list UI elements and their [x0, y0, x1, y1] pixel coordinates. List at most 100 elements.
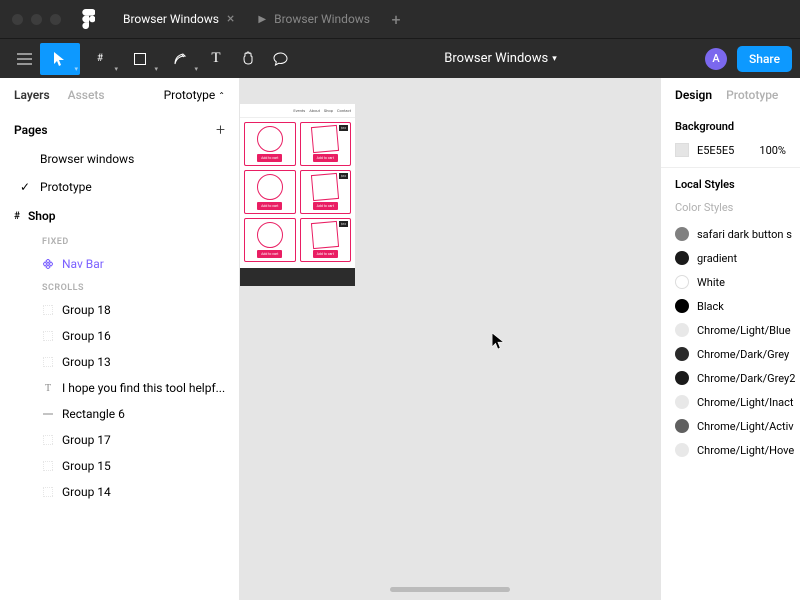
layer-section-scrolls: SCROLLS: [0, 277, 239, 297]
close-tab-icon[interactable]: ×: [227, 11, 234, 27]
chevron-down-icon: ▾: [194, 65, 198, 73]
chevron-down-icon: ▾: [154, 65, 158, 73]
move-tool[interactable]: ▾: [40, 43, 80, 75]
style-name: White: [697, 276, 725, 289]
layer-item[interactable]: Group 15: [0, 453, 239, 479]
canvas-frame[interactable]: Events About Shop Contact Add to cart $1…: [240, 104, 355, 286]
color-swatch: [675, 443, 689, 457]
traffic-lights[interactable]: [12, 14, 61, 25]
style-item[interactable]: White: [675, 270, 786, 294]
page-item[interactable]: Browser windows: [0, 145, 239, 173]
color-swatch: [675, 371, 689, 385]
product-card: Add to cart: [244, 170, 296, 214]
background-hex[interactable]: E5E5E5: [697, 144, 734, 157]
avatar[interactable]: A: [705, 48, 727, 70]
tab-inactive[interactable]: ▶ Browser Windows: [246, 0, 382, 38]
toolbar: ▾ # ▾ ▾ ▾ T Browser Windows ▾ A Share: [0, 38, 800, 78]
color-swatch: [675, 299, 689, 313]
group-icon: [42, 330, 54, 342]
chevron-down-icon: ▾: [552, 54, 557, 64]
layer-frame[interactable]: # Shop: [0, 201, 239, 231]
canvas[interactable]: Events About Shop Contact Add to cart $1…: [240, 78, 660, 600]
add-page-button[interactable]: +: [216, 120, 225, 139]
play-icon: ▶: [258, 14, 266, 25]
chevron-down-icon: ▾: [114, 65, 118, 73]
tab-label: Browser Windows: [123, 12, 219, 26]
style-item[interactable]: Black: [675, 294, 786, 318]
tab-active[interactable]: Browser Windows ×: [111, 0, 246, 38]
color-swatch: [675, 275, 689, 289]
color-swatch: [675, 227, 689, 241]
group-icon: [42, 460, 54, 472]
group-icon: [42, 486, 54, 498]
figma-logo-icon[interactable]: [81, 9, 95, 29]
text-icon: T: [42, 382, 54, 394]
shape-tool[interactable]: ▾: [120, 43, 160, 75]
group-icon: [42, 304, 54, 316]
layer-item[interactable]: Group 14: [0, 479, 239, 505]
component-icon: [42, 258, 54, 270]
frame-navbar: Events About Shop Contact: [240, 104, 355, 118]
page-item[interactable]: ✓ Prototype: [0, 173, 239, 201]
frame-tool[interactable]: # ▾: [80, 43, 120, 75]
style-name: Black: [697, 300, 724, 313]
hamburger-menu-icon[interactable]: [8, 43, 40, 75]
left-panel: Layers Assets Prototype ⌃ Pages + Browse…: [0, 78, 240, 600]
style-item[interactable]: gradient: [675, 246, 786, 270]
share-button[interactable]: Share: [737, 46, 792, 72]
new-tab-button[interactable]: +: [382, 10, 410, 29]
tab-design[interactable]: Design: [675, 88, 712, 102]
style-item[interactable]: Chrome/Dark/Grey: [675, 342, 786, 366]
color-swatch: [675, 419, 689, 433]
minimize-window-icon[interactable]: [31, 14, 42, 25]
layer-item[interactable]: Group 16: [0, 323, 239, 349]
style-item[interactable]: Chrome/Light/Inact: [675, 390, 786, 414]
color-swatch: [675, 323, 689, 337]
style-item[interactable]: Chrome/Light/Activ: [675, 414, 786, 438]
color-swatch: [675, 395, 689, 409]
style-name: safari dark button s: [697, 228, 792, 241]
titlebar: Browser Windows × ▶ Browser Windows +: [0, 0, 800, 38]
tab-prototype-right[interactable]: Prototype: [726, 88, 778, 102]
style-name: Chrome/Light/Hove: [697, 444, 794, 457]
background-swatch[interactable]: [675, 143, 689, 157]
color-styles-label: Color Styles: [675, 201, 786, 214]
layer-item[interactable]: TI hope you find this tool helpf...: [0, 375, 239, 401]
check-icon: ✓: [20, 180, 30, 194]
product-card: $12Add to cart: [300, 122, 352, 166]
style-item[interactable]: Chrome/Light/Blue: [675, 318, 786, 342]
pen-tool[interactable]: ▾: [160, 43, 200, 75]
group-icon: [42, 356, 54, 368]
style-item[interactable]: Chrome/Dark/Grey2: [675, 366, 786, 390]
text-tool[interactable]: T: [200, 43, 232, 75]
tab-layers[interactable]: Layers: [14, 88, 50, 102]
layer-section-fixed: FIXED: [0, 231, 239, 251]
chevron-up-icon: ⌃: [218, 91, 225, 100]
cursor-icon: [492, 333, 506, 349]
style-name: gradient: [697, 252, 737, 265]
comment-tool[interactable]: [264, 43, 296, 75]
layer-item-navbar[interactable]: Nav Bar: [0, 251, 239, 277]
style-item[interactable]: safari dark button s: [675, 222, 786, 246]
layer-item[interactable]: Group 13: [0, 349, 239, 375]
layer-item[interactable]: Group 17: [0, 427, 239, 453]
horizontal-scrollbar[interactable]: [390, 587, 510, 592]
tab-prototype[interactable]: Prototype ⌃: [164, 88, 225, 102]
product-card: Add to cart: [244, 122, 296, 166]
style-name: Chrome/Dark/Grey: [697, 348, 789, 361]
document-title[interactable]: Browser Windows ▾: [296, 51, 705, 66]
style-name: Chrome/Light/Inact: [697, 396, 794, 409]
color-swatch: [675, 251, 689, 265]
style-name: Chrome/Light/Activ: [697, 420, 794, 433]
close-window-icon[interactable]: [12, 14, 23, 25]
tab-label: Browser Windows: [274, 12, 370, 26]
group-icon: [42, 434, 54, 446]
hand-tool[interactable]: [232, 43, 264, 75]
style-item[interactable]: Chrome/Light/Hove: [675, 438, 786, 462]
maximize-window-icon[interactable]: [50, 14, 61, 25]
layer-item[interactable]: Group 18: [0, 297, 239, 323]
product-card: Add to cart: [244, 218, 296, 262]
background-opacity[interactable]: 100%: [759, 144, 786, 157]
tab-assets[interactable]: Assets: [68, 88, 105, 102]
layer-item[interactable]: Rectangle 6: [0, 401, 239, 427]
